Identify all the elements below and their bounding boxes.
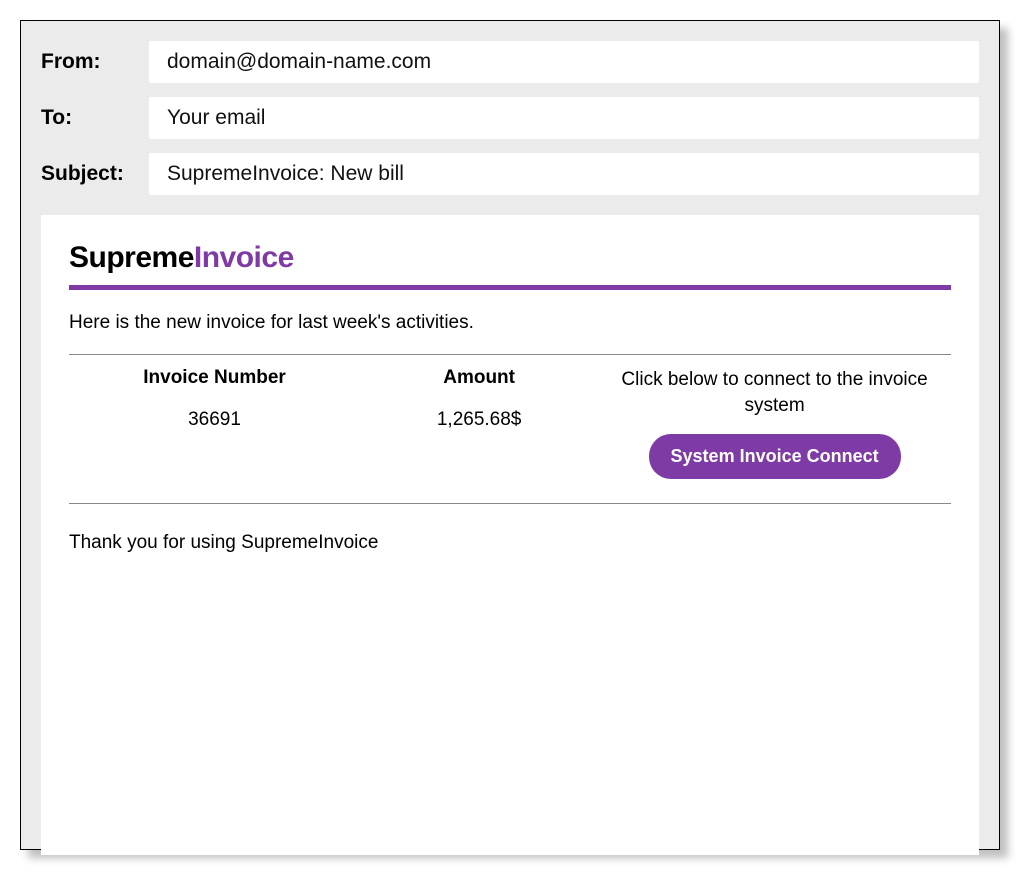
subject-label: Subject: [41,162,149,186]
invoice-number-label: Invoice Number [143,367,286,389]
brand-first: Supreme [69,241,194,274]
footer-text: Thank you for using SupremeInvoice [69,532,951,554]
brand-second: Invoice [194,241,294,274]
brand-title: SupremeInvoice [69,241,951,275]
cta-column: Click below to connect to the invoice sy… [598,367,951,479]
to-label: To: [41,106,149,130]
to-field[interactable]: Your email [149,97,979,139]
to-row: To: Your email [41,97,979,139]
amount-label: Amount [443,367,515,389]
intro-text: Here is the new invoice for last week's … [69,312,951,334]
divider-bottom [69,503,951,504]
amount-value: 1,265.68$ [437,409,522,431]
invoice-table: Invoice Number 36691 Amount 1,265.68$ Cl… [69,355,951,503]
subject-row: Subject: SupremeInvoice: New bill [41,153,979,195]
invoice-number-column: Invoice Number 36691 [69,367,360,479]
system-invoice-connect-button[interactable]: System Invoice Connect [649,434,901,479]
invoice-number-value: 36691 [188,409,241,431]
cta-text: Click below to connect to the invoice sy… [608,367,941,418]
amount-column: Amount 1,265.68$ [360,367,598,479]
subject-field[interactable]: SupremeInvoice: New bill [149,153,979,195]
divider-accent [69,285,951,290]
email-window: From: domain@domain-name.com To: Your em… [20,20,1000,850]
from-label: From: [41,50,149,74]
email-body: SupremeInvoice Here is the new invoice f… [41,215,979,855]
from-row: From: domain@domain-name.com [41,41,979,83]
from-field[interactable]: domain@domain-name.com [149,41,979,83]
